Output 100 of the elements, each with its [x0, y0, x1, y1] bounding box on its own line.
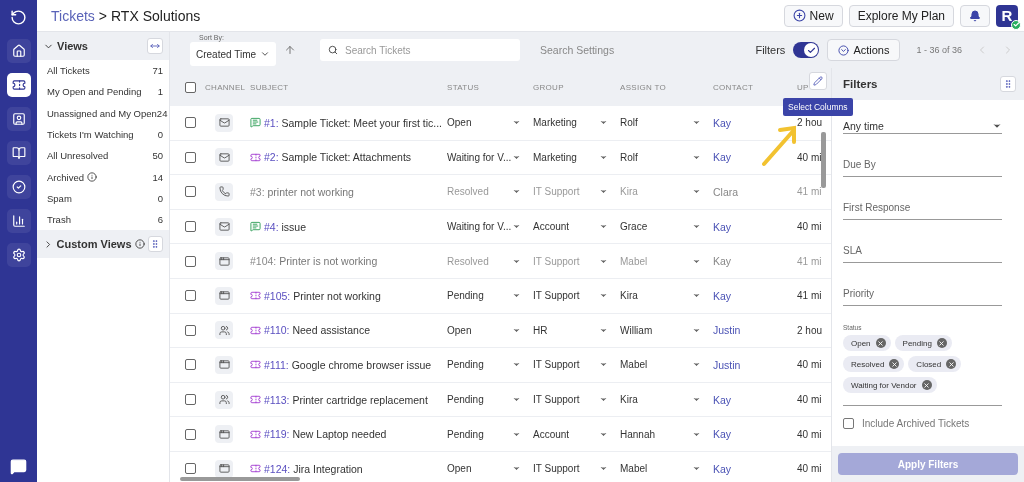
remove-icon[interactable]: [936, 338, 947, 348]
view-label: Trash: [47, 214, 71, 226]
actions-button[interactable]: Actions: [827, 39, 901, 61]
nav-button[interactable]: [6, 141, 31, 165]
remove-icon[interactable]: [946, 359, 957, 369]
status-select[interactable]: Waiting for V...: [447, 221, 512, 233]
scrollbar[interactable]: [821, 132, 826, 188]
nav-button[interactable]: [6, 73, 31, 97]
breadcrumb-link[interactable]: Tickets: [51, 7, 95, 24]
status-select[interactable]: Waiting for V...: [447, 151, 512, 163]
drag-handle-button[interactable]: [147, 236, 163, 253]
group-select[interactable]: HR: [533, 324, 548, 336]
filter-field[interactable]: First Response: [843, 177, 1002, 220]
ticket-subject[interactable]: #1: Sample Ticket: Meet your first tic...: [250, 116, 447, 129]
status-select[interactable]: Open: [447, 463, 472, 475]
nav-button[interactable]: [6, 175, 31, 199]
assignee-select[interactable]: Rolf: [620, 151, 638, 163]
drag-handle-button[interactable]: [1000, 76, 1016, 92]
assignee-select[interactable]: Mabel: [620, 359, 648, 371]
ticket-subject[interactable]: #124: Jira Integration: [250, 462, 447, 475]
assignee-select[interactable]: Grace: [620, 221, 648, 233]
grip-icon: [1003, 79, 1013, 89]
row-checkbox[interactable]: [185, 359, 196, 371]
contact-card-icon: [11, 112, 26, 126]
contact-link[interactable]: Kay: [713, 220, 797, 233]
filter-field[interactable]: Due By: [843, 134, 1002, 177]
nav-button[interactable]: [6, 107, 31, 131]
nav-button[interactable]: [6, 39, 31, 63]
contact-link[interactable]: Kay: [713, 151, 797, 164]
filters-toggle[interactable]: [793, 42, 820, 58]
assignee-select[interactable]: Hannah: [620, 428, 656, 440]
ticket-subject[interactable]: #110: Need assistance: [250, 324, 447, 337]
status-select[interactable]: Pending: [447, 359, 484, 371]
group-select[interactable]: IT Support: [533, 463, 580, 475]
row-checkbox[interactable]: [185, 186, 196, 198]
contact-link[interactable]: Kay: [713, 116, 797, 129]
status-chip[interactable]: Open: [843, 335, 891, 351]
status-chip[interactable]: Pending: [894, 335, 952, 351]
search-field[interactable]: Search Tickets: [320, 39, 520, 61]
status-select[interactable]: Pending: [447, 290, 484, 302]
edit-columns-button[interactable]: [809, 72, 827, 90]
select-all-checkbox[interactable]: [185, 81, 196, 93]
status-select[interactable]: Open: [447, 324, 472, 336]
status-chip[interactable]: Closed: [908, 356, 962, 372]
filter-field[interactable]: SLA: [843, 220, 1002, 263]
contact-link[interactable]: Kay: [713, 289, 797, 302]
contact-link[interactable]: Justin: [713, 324, 797, 337]
remove-icon[interactable]: [889, 359, 900, 369]
assignee-select[interactable]: Mabel: [620, 463, 648, 475]
scrollbar[interactable]: [180, 477, 300, 481]
status-select[interactable]: Pending: [447, 394, 484, 406]
ticket-subject[interactable]: #111: Google chrome browser issue: [250, 358, 447, 371]
notifications-button[interactable]: [960, 4, 990, 27]
remove-icon[interactable]: [875, 338, 886, 348]
row-checkbox[interactable]: [185, 117, 196, 129]
row-checkbox[interactable]: [185, 324, 196, 336]
nav-button[interactable]: [6, 209, 31, 233]
remove-icon[interactable]: [921, 380, 932, 390]
status-chip[interactable]: Resolved: [843, 356, 905, 372]
assignee-select[interactable]: Kira: [620, 394, 638, 406]
assignee-select[interactable]: Rolf: [620, 117, 638, 129]
group-select[interactable]: Account: [533, 428, 570, 440]
ticket-subject[interactable]: #4: issue: [250, 220, 447, 233]
contact-link[interactable]: Kay: [713, 462, 797, 475]
status-chip[interactable]: Waiting for Vendor: [843, 377, 937, 393]
row-checkbox[interactable]: [185, 290, 196, 302]
ticket-subject[interactable]: #119: New Laptop needed: [250, 428, 447, 441]
row-checkbox[interactable]: [185, 394, 196, 406]
nav-button[interactable]: [6, 243, 31, 267]
contact-link[interactable]: Kay: [713, 255, 797, 268]
ticket-subject[interactable]: #105: Printer not working: [250, 289, 447, 302]
ticket-subject[interactable]: #3: printer not working: [250, 186, 447, 198]
status-select[interactable]: Open: [447, 117, 472, 129]
contact-link[interactable]: Kay: [713, 428, 797, 441]
group-select[interactable]: IT Support: [533, 290, 580, 302]
row-checkbox[interactable]: [185, 151, 196, 163]
contact-link[interactable]: Clara: [713, 186, 797, 198]
group-select[interactable]: IT Support: [533, 394, 580, 406]
contact-link[interactable]: Kay: [713, 393, 797, 406]
group-select[interactable]: IT Support: [533, 359, 580, 371]
ticket-subject[interactable]: #113: Printer cartridge replacement: [250, 393, 447, 406]
plan-button[interactable]: Explore My Plan: [848, 4, 954, 27]
archived-checkbox[interactable]: [843, 418, 854, 429]
avatar[interactable]: R: [996, 4, 1018, 27]
new-button[interactable]: New: [783, 4, 843, 27]
filter-field[interactable]: Priority: [843, 263, 1002, 306]
row-checkbox[interactable]: [185, 428, 196, 440]
group-select[interactable]: Marketing: [533, 117, 577, 129]
group-select[interactable]: Marketing: [533, 151, 577, 163]
group-select[interactable]: Account: [533, 221, 570, 233]
status-select[interactable]: Pending: [447, 428, 484, 440]
row-checkbox[interactable]: [185, 255, 196, 267]
row-checkbox[interactable]: [185, 463, 196, 475]
assignee-select[interactable]: William: [620, 324, 653, 336]
row-checkbox[interactable]: [185, 221, 196, 233]
ticket-subject[interactable]: #104: Printer is not working: [250, 255, 447, 268]
ticket-subject[interactable]: #2: Sample Ticket: Attachments: [250, 151, 447, 164]
resize-button[interactable]: [147, 38, 163, 54]
assignee-select[interactable]: Kira: [620, 290, 638, 302]
contact-link[interactable]: Justin: [713, 358, 797, 371]
